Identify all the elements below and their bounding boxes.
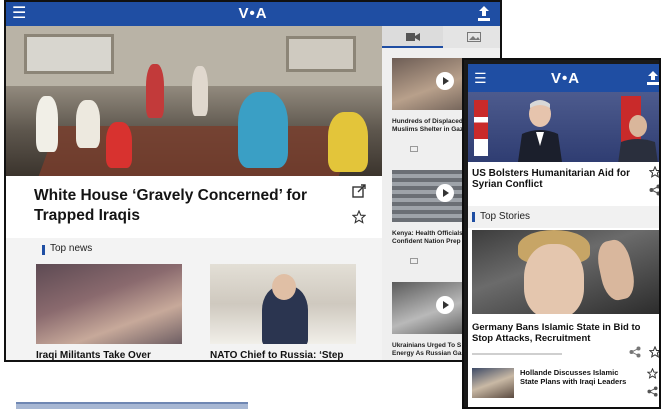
tab-video[interactable] — [382, 26, 443, 48]
upload-share-icon[interactable] — [476, 5, 492, 22]
phone-content: US Bolsters Humanitarian Aid for Syrian … — [468, 162, 661, 407]
hero-figure — [238, 92, 288, 168]
phone-app-bar: ☰ V•A — [468, 64, 659, 92]
flag — [474, 100, 488, 156]
hero-figure — [192, 66, 208, 116]
list-item-title[interactable]: Hollande Discusses Islamic State Plans w… — [520, 368, 638, 386]
voa-logo: V•A — [550, 70, 581, 87]
section-header-top-news: Top news — [6, 238, 382, 262]
phone-hero-photo[interactable] — [468, 92, 659, 162]
photo-gallery-icon — [467, 32, 481, 42]
section-label: Top news — [50, 243, 93, 254]
photo-detail — [524, 244, 584, 314]
hero-figure — [106, 122, 132, 168]
section-accent-bar — [42, 245, 45, 255]
upload-share-icon[interactable] — [647, 70, 659, 86]
play-icon[interactable] — [436, 72, 454, 90]
phone-headline[interactable]: US Bolsters Humanitarian Aid for Syrian … — [472, 168, 642, 190]
section-accent-bar — [472, 212, 475, 222]
hero-figure — [76, 100, 100, 148]
voa-logo: V•A — [238, 5, 268, 22]
open-external-icon[interactable] — [352, 184, 366, 198]
section-header-top-stories: Top Stories — [468, 206, 659, 228]
share-icon[interactable] — [649, 184, 661, 196]
share-icon[interactable] — [629, 346, 641, 358]
list-item[interactable]: Hollande Discusses Islamic State Plans w… — [472, 366, 659, 406]
tab-photo[interactable] — [443, 26, 500, 48]
hero-figure — [36, 96, 58, 152]
hero-headline[interactable]: White House ‘Gravely Concerned’ for Trap… — [34, 186, 334, 226]
news-card-title[interactable]: NATO Chief to Russia: ‘Step — [210, 350, 344, 360]
hero-window — [286, 36, 356, 72]
news-card-image[interactable] — [210, 264, 356, 344]
news-card-image[interactable] — [36, 264, 182, 344]
star-icon[interactable] — [647, 368, 658, 379]
tablet-device: ☰ V•A White House ‘Gravely Concerned’ fo… — [4, 0, 502, 362]
play-icon[interactable] — [436, 296, 454, 314]
hero-photo[interactable] — [6, 26, 382, 176]
speaker-figure — [618, 115, 658, 162]
share-icon[interactable] — [647, 386, 658, 397]
star-icon[interactable] — [649, 346, 661, 358]
third-device-edge — [16, 402, 248, 409]
phone-device: ☰ V•A US Bolsters Humanitarian Aid for S… — [462, 58, 661, 409]
hero-headline-block[interactable]: White House ‘Gravely Concerned’ for Trap… — [6, 176, 382, 238]
photo-detail — [594, 237, 638, 303]
card-face — [272, 274, 296, 300]
section-label: Top Stories — [480, 211, 531, 222]
story-photo[interactable] — [472, 230, 659, 314]
tablet-app-bar: ☰ V•A — [6, 2, 500, 26]
star-icon[interactable] — [352, 210, 366, 224]
story-headline[interactable]: Germany Bans Islamic State in Bid to Sto… — [472, 322, 659, 344]
photo-gallery-icon — [410, 146, 418, 152]
hero-figure — [328, 112, 368, 172]
hero-figure — [146, 64, 164, 118]
photo-gallery-icon — [410, 258, 418, 264]
story-meta — [472, 350, 592, 358]
speaker-figure — [518, 100, 562, 162]
top-news-cards: Iraqi Militants Take Over NATO Chief to … — [6, 262, 382, 360]
star-icon[interactable] — [649, 166, 661, 178]
meta-line — [472, 353, 562, 355]
hero-window — [24, 34, 114, 74]
video-camera-icon — [406, 33, 420, 41]
media-tabs — [382, 26, 500, 48]
list-thumbnail[interactable] — [472, 368, 514, 398]
play-icon[interactable] — [436, 184, 454, 202]
news-card-title[interactable]: Iraqi Militants Take Over — [36, 350, 151, 360]
